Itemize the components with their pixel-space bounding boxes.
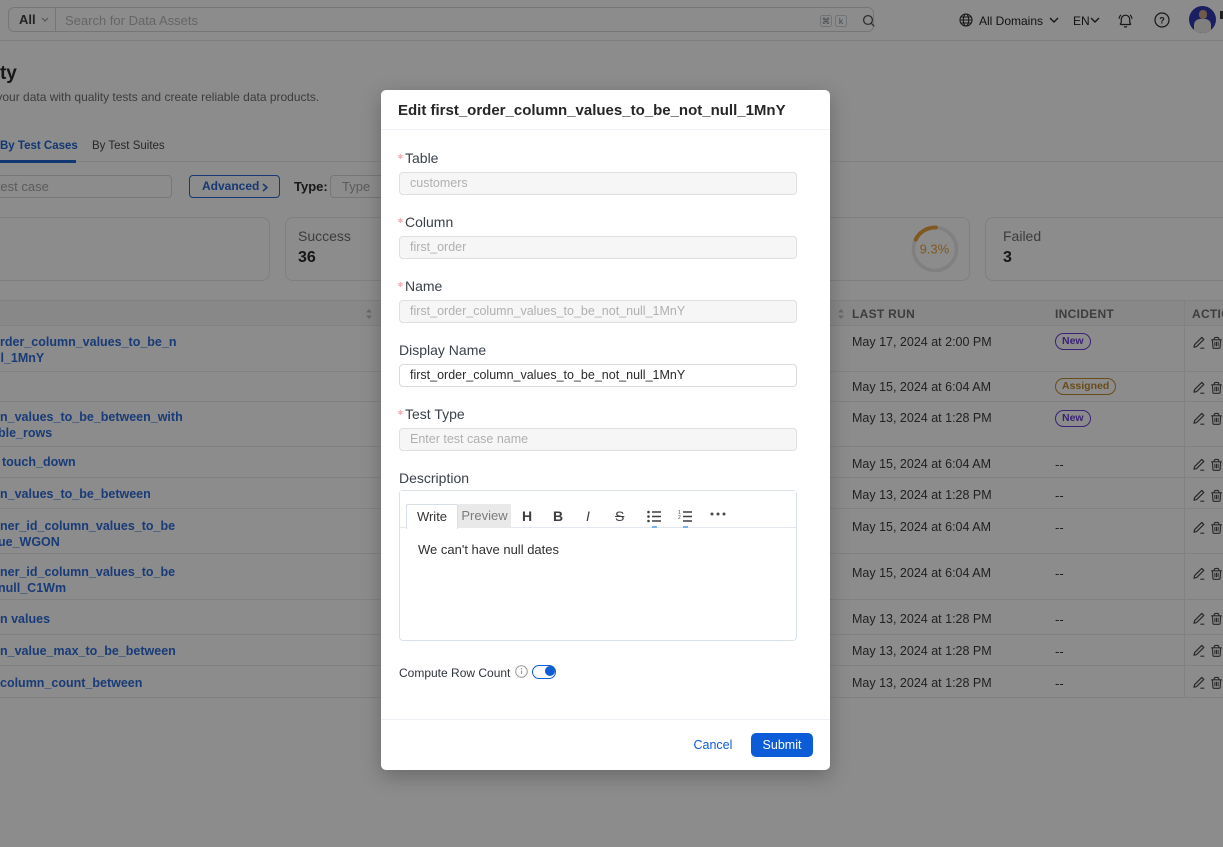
svg-text:2: 2 — [678, 515, 681, 521]
